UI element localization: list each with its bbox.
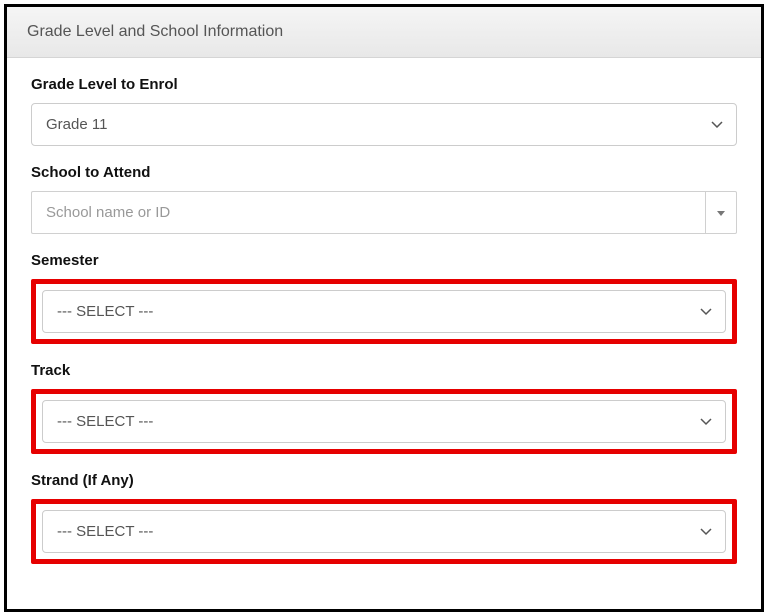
grade-level-label: Grade Level to Enrol [31,76,737,93]
track-highlight: --- SELECT --- [31,389,737,454]
panel-title: Grade Level and School Information [27,23,283,40]
panel-header: Grade Level and School Information [7,7,761,58]
field-grade-level: Grade Level to Enrol Grade 11 [31,76,737,146]
track-value: --- SELECT --- [57,413,153,430]
semester-label: Semester [31,252,737,269]
caret-down-icon [717,204,725,222]
track-label: Track [31,362,737,379]
field-school: School to Attend School name or ID [31,164,737,234]
field-strand: Strand (If Any) --- SELECT --- [31,472,737,564]
grade-level-value: Grade 11 [46,116,107,133]
school-combobox: School name or ID [31,191,737,234]
semester-select-wrap: --- SELECT --- [42,290,726,333]
school-dropdown-button[interactable] [705,191,737,234]
semester-select[interactable]: --- SELECT --- [42,290,726,333]
track-select-wrap: --- SELECT --- [42,400,726,443]
semester-highlight: --- SELECT --- [31,279,737,344]
track-select[interactable]: --- SELECT --- [42,400,726,443]
strand-select-wrap: --- SELECT --- [42,510,726,553]
field-semester: Semester --- SELECT --- [31,252,737,344]
grade-level-select[interactable]: Grade 11 [31,103,737,146]
school-input[interactable]: School name or ID [31,191,705,234]
form-frame: Grade Level and School Information Grade… [4,4,764,612]
grade-level-select-wrap: Grade 11 [31,103,737,146]
field-track: Track --- SELECT --- [31,362,737,454]
strand-value: --- SELECT --- [57,523,153,540]
strand-select[interactable]: --- SELECT --- [42,510,726,553]
semester-value: --- SELECT --- [57,303,153,320]
strand-highlight: --- SELECT --- [31,499,737,564]
school-label: School to Attend [31,164,737,181]
strand-label: Strand (If Any) [31,472,737,489]
panel-body: Grade Level to Enrol Grade 11 School to … [7,58,761,600]
